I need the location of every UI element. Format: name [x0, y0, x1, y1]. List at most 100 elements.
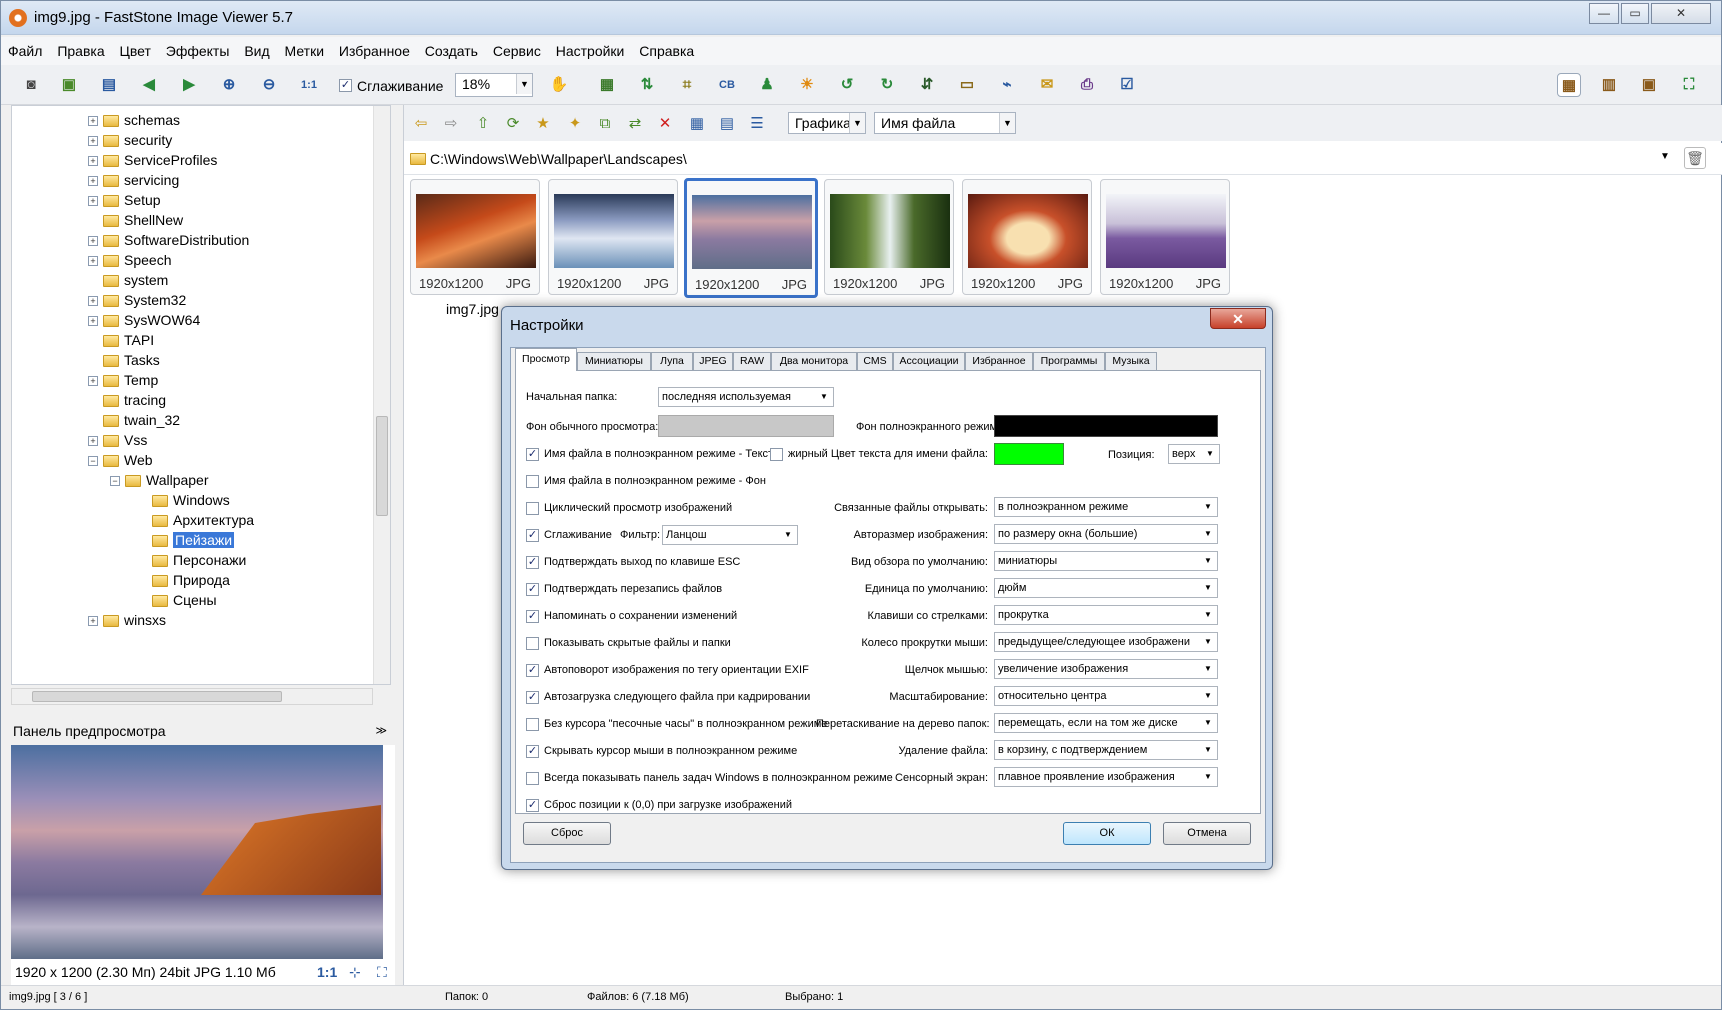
- delete-icon[interactable]: ✕: [654, 113, 676, 135]
- menu-file[interactable]: Файл: [4, 37, 46, 59]
- menu-favorites[interactable]: Избранное: [335, 37, 414, 59]
- menu-create[interactable]: Создать: [421, 37, 482, 59]
- expand-icon[interactable]: +: [88, 256, 98, 267]
- minimize-button[interactable]: —: [1589, 3, 1619, 24]
- collapse-icon[interactable]: −: [110, 476, 120, 487]
- layout-preview-icon[interactable]: ▣: [1637, 73, 1661, 97]
- actual-size-icon[interactable]: 1:1: [297, 73, 321, 97]
- collapse-icon[interactable]: −: [88, 456, 98, 467]
- option-row-dropdown[interactable]: миниатюры ▼: [994, 551, 1218, 571]
- smoothing-checkbox[interactable]: ✓: [526, 529, 539, 542]
- expand-icon[interactable]: +: [88, 176, 98, 187]
- tree-item[interactable]: + SysWOW64: [88, 310, 200, 330]
- filename-bg-checkbox[interactable]: [526, 475, 539, 488]
- rotate-right-icon[interactable]: ↻: [875, 73, 899, 97]
- change-color-icon[interactable]: CB: [715, 73, 739, 97]
- expand-icon[interactable]: +: [88, 236, 98, 247]
- tree-item[interactable]: + Temp: [88, 370, 158, 390]
- settings-icon[interactable]: ☑: [1115, 73, 1139, 97]
- thumbnail[interactable]: 1920x1200 JPG: [824, 179, 954, 295]
- thumbnail[interactable]: 1920x1200 JPG: [1100, 179, 1230, 295]
- scan-icon[interactable]: ⌁: [995, 73, 1019, 97]
- option-checkbox[interactable]: [526, 637, 539, 650]
- menu-effects[interactable]: Эффекты: [162, 37, 234, 59]
- option-checkbox[interactable]: [526, 718, 539, 731]
- option-row-dropdown[interactable]: относительно центра ▼: [994, 686, 1218, 706]
- option-checkbox[interactable]: ✓: [526, 664, 539, 677]
- menu-color[interactable]: Цвет: [116, 37, 155, 59]
- option-checkbox[interactable]: ✓: [526, 610, 539, 623]
- tree-item[interactable]: − Web: [88, 450, 153, 470]
- camera-icon[interactable]: ◙: [19, 73, 43, 97]
- bg-full-color-swatch[interactable]: [994, 415, 1218, 437]
- tree-hscrollbar[interactable]: [11, 688, 373, 705]
- save-icon[interactable]: ▤: [97, 73, 121, 97]
- filter-dropdown[interactable]: Ланцош ▼: [662, 525, 798, 545]
- thumbnail-view-icon[interactable]: ▤: [716, 113, 738, 135]
- expand-icon[interactable]: +: [88, 436, 98, 447]
- sort-combo[interactable]: Имя файла ▼: [874, 112, 1016, 134]
- bg-normal-color-swatch[interactable]: [658, 415, 834, 437]
- option-row-dropdown[interactable]: дюйм ▼: [994, 578, 1218, 598]
- reset-button[interactable]: Сброс: [523, 822, 611, 845]
- path-text[interactable]: C:\Windows\Web\Wallpaper\Landscapes\: [430, 151, 687, 167]
- tree-item[interactable]: tracing: [88, 390, 166, 410]
- menu-help[interactable]: Справка: [635, 37, 698, 59]
- tree-item[interactable]: Tasks: [88, 350, 160, 370]
- smoothing-checkbox[interactable]: ✓: [339, 79, 352, 92]
- tree-item[interactable]: TAPI: [88, 330, 154, 350]
- scroll-thumb[interactable]: [32, 691, 282, 702]
- option-checkbox[interactable]: ✓: [526, 583, 539, 596]
- tab-thumbnails[interactable]: Миниатюры: [577, 352, 651, 370]
- position-dropdown[interactable]: верх ▼: [1168, 444, 1220, 464]
- tree-item[interactable]: + Speech: [88, 250, 171, 270]
- flip-icon[interactable]: ⇵: [915, 73, 939, 97]
- view-filter-combo[interactable]: Графика ▼: [788, 112, 866, 134]
- tree-scrollbar[interactable]: [373, 106, 390, 684]
- trash-icon[interactable]: 🗑: [1684, 147, 1706, 169]
- loop-checkbox[interactable]: [526, 502, 539, 515]
- tree-item[interactable]: + System32: [88, 290, 186, 310]
- thumbnail[interactable]: 1920x1200 JPG: [410, 179, 540, 295]
- stamp-icon[interactable]: ♟: [755, 73, 779, 97]
- folder-up-icon[interactable]: ⇧: [472, 113, 494, 135]
- tab-jpeg[interactable]: JPEG: [693, 352, 733, 370]
- thumbnail[interactable]: 1920x1200 JPG: [548, 179, 678, 295]
- new-folder-icon[interactable]: ✦: [564, 113, 586, 135]
- wallpaper-icon[interactable]: ▭: [955, 73, 979, 97]
- thumbnail-selected[interactable]: 1920x1200 JPG: [684, 178, 818, 298]
- tree-item-selected[interactable]: Пейзажи: [152, 530, 235, 550]
- next-image-icon[interactable]: ▶: [177, 73, 201, 97]
- expand-icon[interactable]: +: [88, 156, 98, 167]
- tree-item[interactable]: + winsxs: [88, 610, 166, 630]
- expand-icon[interactable]: +: [88, 136, 98, 147]
- option-checkbox[interactable]: ✓: [526, 799, 539, 812]
- slideshow-icon[interactable]: ▦: [595, 73, 619, 97]
- scroll-thumb[interactable]: [376, 416, 388, 516]
- back-icon[interactable]: ⇦: [410, 113, 432, 135]
- forward-icon[interactable]: ⇨: [440, 113, 462, 135]
- option-row-dropdown[interactable]: перемещать, если на том же диске ▼: [994, 713, 1218, 733]
- text-color-swatch[interactable]: [994, 443, 1064, 465]
- option-checkbox[interactable]: ✓: [526, 745, 539, 758]
- option-row-dropdown[interactable]: прокрутка ▼: [994, 605, 1218, 625]
- option-row-dropdown[interactable]: в корзину, с подтверждением ▼: [994, 740, 1218, 760]
- option-row-dropdown[interactable]: по размеру окна (большие) ▼: [994, 524, 1218, 544]
- path-dropdown-icon[interactable]: ▼: [1660, 151, 1670, 162]
- filename-text-checkbox[interactable]: ✓: [526, 448, 539, 461]
- tree-item[interactable]: Персонажи: [152, 550, 246, 570]
- option-row-dropdown[interactable]: плавное проявление изображения ▼: [994, 767, 1218, 787]
- open-folder-icon[interactable]: ▣: [57, 73, 81, 97]
- expand-icon[interactable]: +: [88, 616, 98, 627]
- bold-checkbox[interactable]: [770, 448, 783, 461]
- path-bar[interactable]: C:\Windows\Web\Wallpaper\Landscapes\ ▼ 🗑: [404, 143, 1722, 175]
- tree-item[interactable]: Архитектура: [152, 510, 254, 530]
- tree-item[interactable]: + Setup: [88, 190, 161, 210]
- option-checkbox[interactable]: [526, 772, 539, 785]
- thumbnail[interactable]: 1920x1200 JPG: [962, 179, 1092, 295]
- tab-cms[interactable]: CMS: [857, 352, 893, 370]
- refresh-icon[interactable]: ⟳: [502, 113, 524, 135]
- actual-size-button[interactable]: 1:1: [317, 959, 337, 985]
- tab-favorites[interactable]: Избранное: [965, 352, 1033, 370]
- fit-icon[interactable]: ⊹: [349, 959, 361, 985]
